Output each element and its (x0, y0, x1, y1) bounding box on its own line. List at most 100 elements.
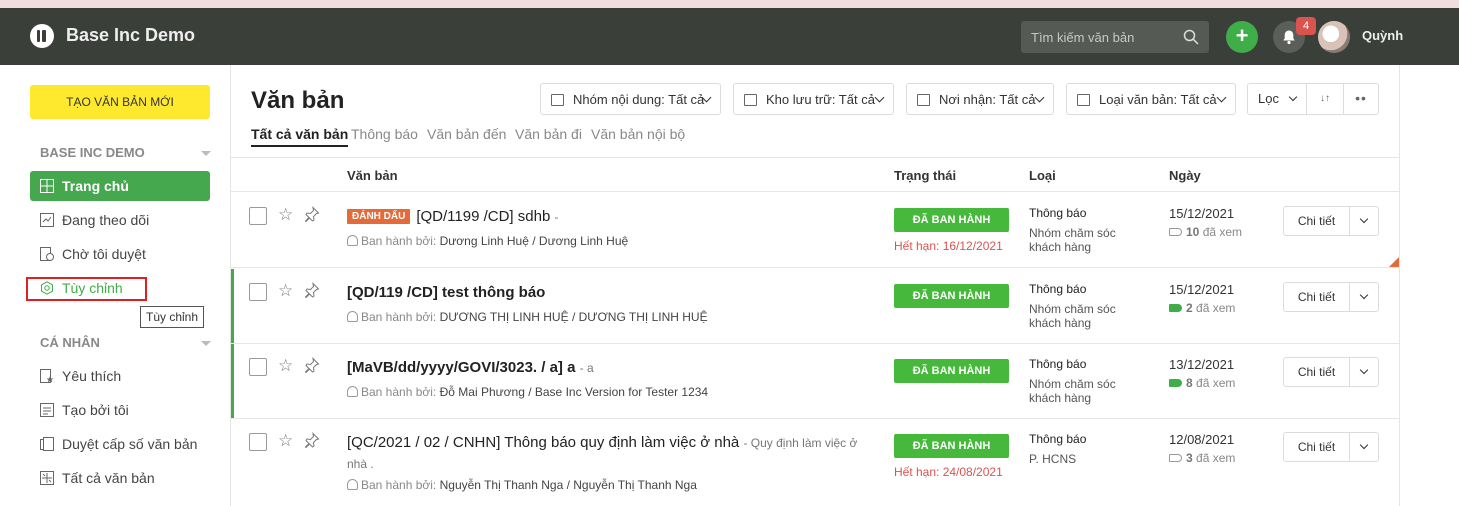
highlight-box (26, 277, 147, 301)
tab-all-documents[interactable]: Tất cả văn bản (251, 126, 349, 147)
sidebar-item-following[interactable]: Đang theo dõi (30, 205, 210, 235)
app-title[interactable]: Base Inc Demo (66, 25, 195, 46)
section-company-label[interactable]: BASE INC DEMO (40, 145, 145, 160)
status-badge: ĐÃ BAN HÀNH (894, 284, 1009, 308)
detail-button[interactable]: Chi tiết (1284, 358, 1350, 386)
sidebar: TẠO VĂN BẢN MỚI BASE INC DEMO Trang chủ … (0, 65, 231, 506)
pin-icon[interactable] (304, 357, 320, 373)
view-count-label: đã xem (1196, 376, 1236, 390)
person-icon (347, 311, 358, 322)
view-count-number: 2 (1186, 301, 1193, 315)
document-title-text: [QC/2021 / 02 / CNHN] Thông báo quy định… (347, 434, 740, 451)
filter-archive[interactable]: Kho lưu trữ: Tất cả (733, 83, 894, 115)
row-checkbox[interactable] (249, 358, 267, 376)
issuer-label: Ban hành bởi: (361, 385, 437, 399)
tag-icon (1169, 304, 1182, 312)
document-type: Thông báo (1029, 282, 1087, 296)
user-avatar[interactable] (1318, 21, 1350, 53)
view-count: 8 đã xem (1169, 376, 1235, 390)
favorite-doc-icon (40, 369, 54, 383)
sidebar-item-all-documents[interactable]: Tất cả văn bản (30, 463, 210, 493)
tab-incoming[interactable]: Văn bản đến (427, 126, 506, 142)
sidebar-item-numbering[interactable]: Duyệt cấp số văn bản (30, 429, 210, 459)
book-icon (551, 94, 564, 106)
page-title: Văn bản (251, 87, 345, 114)
person-icon (347, 386, 358, 397)
detail-button[interactable]: Chi tiết (1284, 207, 1350, 235)
chevron-down-icon (874, 92, 885, 103)
sidebar-item-label: Chờ tôi duyệt (62, 246, 146, 262)
view-count-number: 10 (1186, 225, 1200, 239)
document-group: Nhóm chăm sóc khách hàng (1029, 377, 1116, 405)
document-date: 12/08/2021 (1169, 432, 1235, 447)
docs-icon (40, 437, 54, 451)
issuer-line: Ban hành bởi: Nguyễn Thị Thanh Nga / Ngu… (347, 478, 697, 492)
issuer-label: Ban hành bởi: (361, 310, 437, 324)
chart-icon (40, 213, 54, 227)
chevron-down-icon[interactable] (1359, 365, 1369, 375)
sidebar-item-label: Yêu thích (62, 368, 122, 384)
chevron-down-icon[interactable] (1359, 214, 1369, 224)
detail-button[interactable]: Chi tiết (1284, 433, 1350, 461)
view-count-label: đã xem (1202, 225, 1243, 239)
row-checkbox[interactable] (249, 283, 267, 301)
issuer-label: Ban hành bởi: (361, 478, 437, 492)
chevron-down-icon[interactable] (1359, 290, 1369, 300)
star-icon[interactable]: ☆ (278, 205, 293, 225)
table-row[interactable]: ☆ [MaVB/dd/yyyy/GOVI/3023. / a] a - a Ba… (231, 344, 1399, 419)
table-row[interactable]: ☆ [QD/119 /CD] test thông báo Ban hành b… (231, 269, 1399, 344)
row-checkbox[interactable] (249, 207, 267, 225)
document-title[interactable]: ĐÁNH DẤU [QD/1199 /CD] sdhb - (347, 208, 558, 225)
filter-content-group[interactable]: Nhóm nội dung: Tất cả (540, 83, 721, 115)
pin-icon[interactable] (304, 282, 320, 298)
tab-notices[interactable]: Thông báo (351, 126, 418, 142)
filter-doc-type[interactable]: Loại văn bản: Tất cả (1066, 83, 1236, 115)
star-icon[interactable]: ☆ (278, 356, 293, 376)
more-options-icon[interactable]: •• (1344, 84, 1378, 114)
bell-icon (1283, 30, 1295, 45)
issuer-name: DƯƠNG THỊ LINH HUỆ / DƯƠNG THỊ LINH HUỆ (439, 310, 708, 324)
caret-down-icon[interactable] (201, 151, 211, 156)
sort-button[interactable]: ↓↑ (1307, 84, 1344, 114)
sidebar-item-pending[interactable]: Chờ tôi duyệt (30, 239, 210, 269)
sidebar-item-label: Trang chủ (62, 178, 129, 194)
tag-icon (1169, 454, 1182, 462)
search-input[interactable]: Tìm kiếm văn bản (1021, 21, 1209, 53)
filter-button[interactable]: Lọc (1248, 84, 1307, 114)
sidebar-item-home[interactable]: Trang chủ (30, 171, 210, 201)
sidebar-item-favorites[interactable]: Yêu thích (30, 361, 210, 391)
column-header-type: Loại (1029, 168, 1056, 183)
view-count-number: 8 (1186, 376, 1193, 390)
pin-icon[interactable] (304, 206, 320, 222)
table-row[interactable]: ☆ ĐÁNH DẤU [QD/1199 /CD] sdhb - Ban hành … (231, 193, 1399, 268)
app-logo-icon[interactable] (30, 24, 54, 48)
tab-internal[interactable]: Văn bản nội bộ (591, 126, 685, 142)
star-icon[interactable]: ☆ (278, 281, 293, 301)
search-icon[interactable] (1183, 29, 1199, 45)
document-title[interactable]: [QC/2021 / 02 / CNHN] Thông báo quy định… (347, 434, 857, 451)
add-button[interactable]: + (1226, 21, 1258, 53)
top-header: Base Inc Demo Tìm kiếm văn bản + 4 Quỳnh (0, 8, 1459, 65)
sidebar-item-created-by-me[interactable]: Tạo bởi tôi (30, 395, 210, 425)
tooltip: Tùy chỉnh (140, 306, 205, 328)
column-header-status: Trạng thái (894, 168, 957, 183)
table-row[interactable]: ☆ [QC/2021 / 02 / CNHN] Thông báo quy đị… (231, 419, 1399, 506)
star-icon[interactable]: ☆ (278, 431, 293, 451)
caret-down-icon[interactable] (201, 341, 211, 346)
document-group: P. HCNS (1029, 452, 1077, 466)
chevron-down-icon[interactable] (1359, 440, 1369, 450)
row-checkbox[interactable] (249, 433, 267, 451)
tab-outgoing[interactable]: Văn bản đi (515, 126, 582, 142)
view-count: 3 đã xem (1169, 451, 1235, 465)
detail-button[interactable]: Chi tiết (1284, 283, 1350, 311)
section-personal-label[interactable]: CÁ NHÂN (40, 335, 100, 350)
tag-icon (1169, 228, 1182, 236)
status-badge: ĐÃ BAN HÀNH (894, 434, 1009, 458)
create-document-button[interactable]: TẠO VĂN BẢN MỚI (30, 85, 210, 119)
document-title[interactable]: [MaVB/dd/yyyy/GOVI/3023. / a] a - a (347, 359, 594, 376)
document-title[interactable]: [QD/119 /CD] test thông báo (347, 284, 545, 301)
filter-recipient[interactable]: Nơi nhận: Tất cả (906, 83, 1054, 115)
pin-icon[interactable] (304, 432, 320, 448)
username[interactable]: Quỳnh (1362, 28, 1403, 43)
issuer-line: Ban hành bởi: Dương Linh Huệ / Dương Lin… (347, 234, 628, 248)
